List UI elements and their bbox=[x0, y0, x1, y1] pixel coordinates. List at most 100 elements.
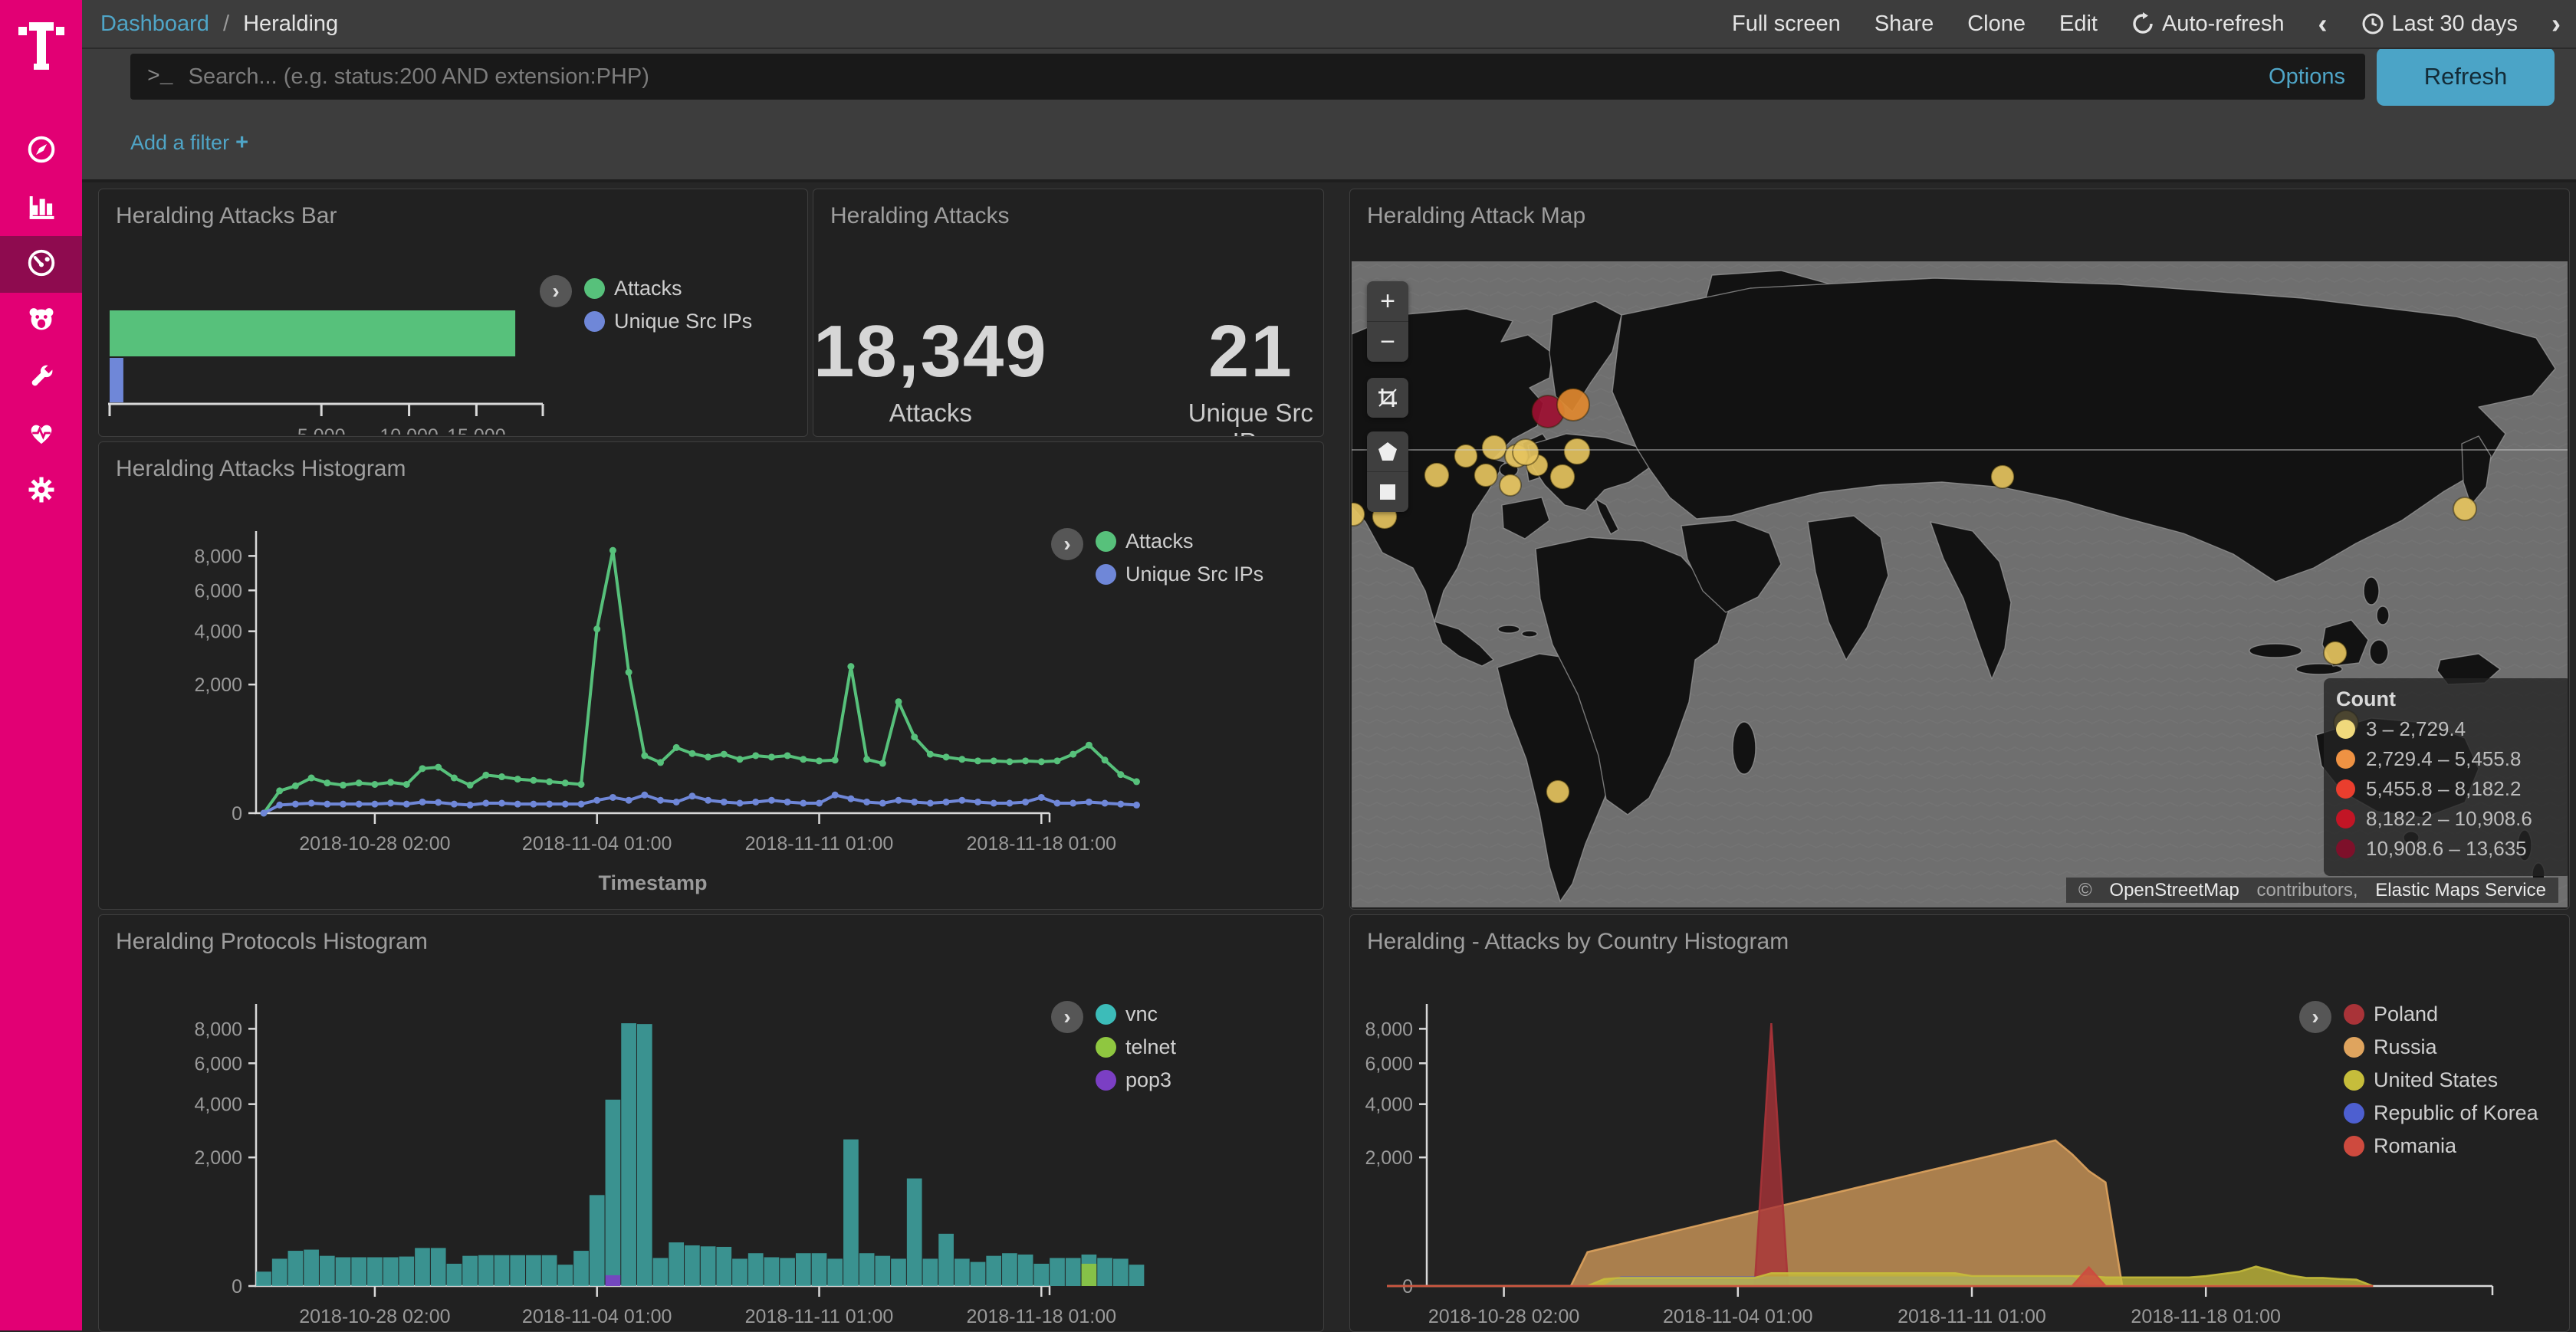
map-attack-dot[interactable] bbox=[1500, 474, 1521, 496]
refresh-button[interactable]: Refresh bbox=[2377, 48, 2555, 106]
panel-country-histogram: Heralding - Attacks by Country Histogram… bbox=[1349, 914, 2570, 1332]
legend-item[interactable]: Unique Src IPs bbox=[1096, 563, 1263, 586]
full-screen-button[interactable]: Full screen bbox=[1732, 11, 1841, 37]
map-legend-dot bbox=[2336, 720, 2355, 739]
map-legend-item: 2,729.4 – 5,455.8 bbox=[2336, 747, 2560, 771]
legend-color-dot bbox=[2344, 1070, 2364, 1091]
breadcrumb-current: Heralding bbox=[243, 11, 338, 36]
legend-item[interactable]: pop3 bbox=[1096, 1068, 1176, 1092]
legend-item[interactable]: Attacks bbox=[584, 277, 752, 300]
map-attack-dot[interactable] bbox=[2453, 497, 2476, 520]
sidebar-nav bbox=[0, 123, 82, 520]
legend-color-dot bbox=[1096, 1004, 1116, 1025]
clone-button[interactable]: Clone bbox=[1967, 11, 2026, 37]
chart-legend: › vnc telnet pop3 bbox=[1051, 1001, 1176, 1092]
breadcrumb: Dashboard / Heralding bbox=[100, 11, 338, 37]
map-attack-dot[interactable] bbox=[1482, 435, 1506, 460]
legend-item[interactable]: vnc bbox=[1096, 1002, 1176, 1026]
map-zoom-out-button[interactable]: − bbox=[1367, 321, 1408, 362]
add-filter-link[interactable]: Add a filter+ bbox=[130, 130, 248, 156]
map-attack-dot[interactable] bbox=[1546, 780, 1569, 803]
sidebar-item-management[interactable] bbox=[0, 463, 82, 520]
map-crop-button[interactable] bbox=[1367, 378, 1408, 418]
edit-button[interactable]: Edit bbox=[2059, 11, 2098, 37]
legend-item[interactable]: telnet bbox=[1096, 1035, 1176, 1059]
svg-text:2018-11-04 01:00: 2018-11-04 01:00 bbox=[1663, 1306, 1813, 1327]
time-forward-button[interactable]: › bbox=[2551, 10, 2561, 38]
map-attack-dot[interactable] bbox=[1513, 439, 1539, 465]
legend-toggle-icon[interactable]: › bbox=[540, 275, 572, 307]
time-back-button[interactable]: ‹ bbox=[2318, 10, 2328, 38]
map-attack-dot[interactable] bbox=[1557, 389, 1589, 421]
breadcrumb-dashboard-link[interactable]: Dashboard bbox=[100, 11, 209, 36]
breadcrumb-separator: / bbox=[223, 11, 229, 36]
map-attack-dot[interactable] bbox=[1474, 464, 1497, 487]
sidebar-item-visualize[interactable] bbox=[0, 179, 82, 236]
map-legend-item: 5,455.8 – 8,182.2 bbox=[2336, 777, 2560, 801]
legend-color-dot bbox=[2344, 1136, 2364, 1156]
legend-label: United States bbox=[2374, 1068, 2498, 1092]
ems-link[interactable]: Elastic Maps Service bbox=[2369, 878, 2552, 903]
top-nav-bar: Dashboard / Heralding Full screen Share … bbox=[82, 0, 2576, 49]
legend-item[interactable]: United States bbox=[2344, 1068, 2538, 1092]
protocols-bar-chart[interactable]: 02,0004,0006,0008,0002018-10-28 02:00201… bbox=[99, 915, 1322, 1332]
share-button[interactable]: Share bbox=[1875, 11, 1934, 37]
legend-toggle-icon[interactable]: › bbox=[1051, 528, 1083, 560]
map-attack-dot[interactable] bbox=[1550, 464, 1575, 489]
map-polygon-tool-button[interactable] bbox=[1367, 431, 1408, 471]
svg-text:6,000: 6,000 bbox=[194, 580, 242, 602]
panel-attack-map: Heralding Attack Map bbox=[1349, 189, 2570, 910]
panel-protocols-histogram: Heralding Protocols Histogram 02,0004,00… bbox=[98, 914, 1324, 1332]
wrench-icon bbox=[26, 361, 57, 395]
svg-text:2018-10-28 02:00: 2018-10-28 02:00 bbox=[299, 833, 450, 855]
legend-item[interactable]: Unique Src IPs bbox=[584, 310, 752, 333]
time-range-picker[interactable]: Last 30 days bbox=[2361, 11, 2518, 37]
svg-text:Timestamp: Timestamp bbox=[598, 871, 707, 894]
svg-text:5,000: 5,000 bbox=[297, 425, 346, 435]
sidebar-item-dev-tools[interactable] bbox=[0, 349, 82, 406]
map-legend-dot bbox=[2336, 809, 2355, 828]
options-link[interactable]: Options bbox=[2269, 64, 2345, 90]
legend-color-dot bbox=[2344, 1004, 2364, 1025]
legend-item[interactable]: Romania bbox=[2344, 1134, 2538, 1158]
map-attack-dot[interactable] bbox=[1424, 463, 1449, 487]
legend-item[interactable]: Republic of Korea bbox=[2344, 1101, 2538, 1125]
search-input[interactable] bbox=[187, 64, 2269, 90]
auto-refresh-button[interactable]: Auto-refresh bbox=[2131, 11, 2285, 37]
legend-label: Attacks bbox=[614, 277, 682, 300]
legend-toggle-icon[interactable]: › bbox=[2299, 1001, 2331, 1033]
map-attack-dot[interactable] bbox=[2324, 641, 2347, 664]
legend-toggle-icon[interactable]: › bbox=[1051, 1001, 1083, 1033]
legend-label: Russia bbox=[2374, 1035, 2437, 1059]
toolbar-actions: Full screen Share Clone Edit Auto-refres… bbox=[1732, 10, 2561, 38]
legend-item[interactable]: Poland bbox=[2344, 1002, 2538, 1026]
map-legend-dot bbox=[2336, 839, 2355, 858]
svg-text:2018-11-11 01:00: 2018-11-11 01:00 bbox=[745, 1306, 894, 1327]
map-legend-item: 10,908.6 – 13,635 bbox=[2336, 837, 2560, 861]
legend-color-dot bbox=[2344, 1103, 2364, 1124]
sidebar-item-monitoring[interactable] bbox=[0, 406, 82, 463]
legend-label: Poland bbox=[2374, 1002, 2438, 1026]
chart-legend: › Attacks Unique Src IPs bbox=[1051, 528, 1263, 586]
map-attack-dot[interactable] bbox=[1991, 465, 2014, 488]
svg-text:2018-11-18 01:00: 2018-11-18 01:00 bbox=[2131, 1306, 2281, 1327]
world-map[interactable]: + − Count 3 – 2,729.42,729.4 – 5,455.85,… bbox=[1352, 261, 2568, 907]
sidebar-item-bear[interactable] bbox=[0, 293, 82, 349]
map-zoom-in-button[interactable]: + bbox=[1367, 281, 1408, 321]
svg-text:15,000: 15,000 bbox=[447, 425, 505, 435]
gauge-icon bbox=[26, 248, 57, 282]
svg-text:2018-11-04 01:00: 2018-11-04 01:00 bbox=[522, 1306, 672, 1327]
osm-link[interactable]: OpenStreetMap bbox=[2103, 878, 2245, 903]
svg-text:0: 0 bbox=[232, 1276, 242, 1298]
legend-item[interactable]: Attacks bbox=[1096, 530, 1263, 553]
attacks-line-chart[interactable]: 02,0004,0006,0008,0002018-10-28 02:00201… bbox=[99, 442, 1322, 907]
map-attack-dot[interactable] bbox=[1454, 445, 1477, 468]
map-legend-item: 3 – 2,729.4 bbox=[2336, 717, 2560, 741]
legend-item[interactable]: Russia bbox=[2344, 1035, 2538, 1059]
sidebar-item-dashboard[interactable] bbox=[0, 236, 82, 293]
map-rectangle-tool-button[interactable] bbox=[1367, 471, 1408, 512]
map-attack-dot[interactable] bbox=[1564, 438, 1590, 464]
clock-icon bbox=[2361, 12, 2384, 35]
bar-chart-icon bbox=[26, 191, 57, 225]
sidebar-item-discover[interactable] bbox=[0, 123, 82, 179]
